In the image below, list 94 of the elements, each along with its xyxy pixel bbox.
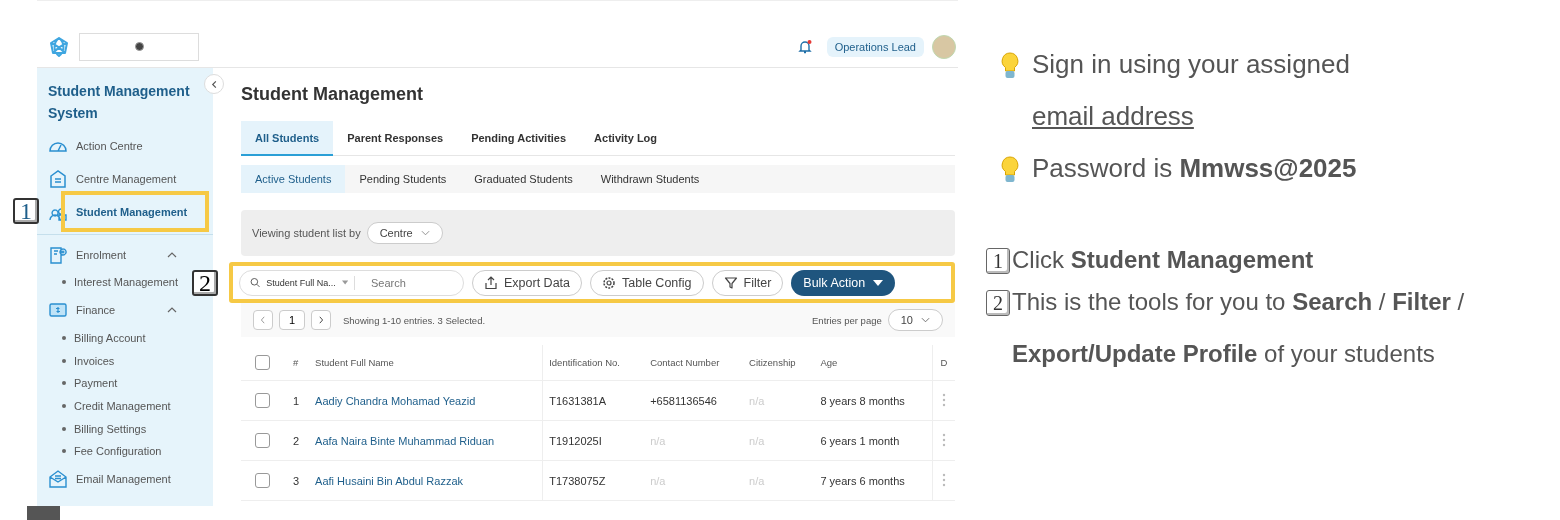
sidebar-subitem[interactable]: Billing Settings bbox=[48, 417, 147, 441]
tab[interactable]: Pending Activities bbox=[457, 121, 581, 156]
role-badge[interactable]: Operations Lead bbox=[826, 36, 924, 57]
table-cell: 1 bbox=[287, 380, 310, 421]
chevron-left-icon bbox=[259, 316, 267, 324]
lightbulb-icon bbox=[1000, 156, 1020, 184]
view-by-label: Viewing student list by bbox=[252, 227, 361, 239]
tab[interactable]: Activity Log bbox=[580, 121, 672, 156]
entries-per-page-label: Entries per page bbox=[812, 314, 882, 326]
row-checkbox[interactable] bbox=[255, 393, 270, 408]
export-button[interactable]: Export Data bbox=[472, 269, 582, 296]
search-icon bbox=[250, 276, 261, 289]
callout-badge: 1 bbox=[13, 198, 39, 224]
column-header: Citizenship bbox=[743, 345, 815, 381]
column-header: Student Full Name bbox=[309, 345, 543, 381]
filter-icon bbox=[723, 275, 738, 290]
sidebar-subitem[interactable]: Interest Management bbox=[48, 271, 178, 294]
mail-icon bbox=[48, 469, 68, 490]
email-address-link[interactable]: email address bbox=[1032, 101, 1194, 131]
sidebar-subitem[interactable]: Payment bbox=[48, 372, 118, 395]
page-number[interactable]: 1 bbox=[279, 310, 305, 330]
student-name-link[interactable]: Aadiy Chandra Mohamad Yeazid bbox=[315, 394, 476, 407]
building-icon bbox=[48, 168, 68, 189]
bell-icon[interactable] bbox=[796, 38, 813, 55]
column-header: D bbox=[932, 345, 955, 381]
sidebar-item[interactable]: Action Centre bbox=[48, 129, 213, 162]
corner-block bbox=[27, 506, 60, 520]
filter-button[interactable]: Filter bbox=[711, 269, 784, 296]
table-cell: T1912025I bbox=[542, 420, 645, 461]
row-checkbox[interactable] bbox=[255, 433, 270, 448]
table-cell: 2 bbox=[287, 420, 310, 461]
tip-text: Sign in using your assigned email address bbox=[1032, 48, 1351, 133]
tip-text: Password is Mmwss@2025 bbox=[1032, 152, 1357, 185]
subtab[interactable]: Withdrawn Students bbox=[586, 165, 714, 193]
entries-summary: Showing 1-10 entries. 3 Selected. bbox=[343, 314, 486, 326]
column-header: Identification No. bbox=[542, 345, 645, 381]
search-scope-dropdown[interactable]: Student Full Na... bbox=[266, 277, 336, 288]
page-title: Student Management bbox=[241, 84, 424, 105]
next-page-button[interactable] bbox=[311, 310, 331, 330]
avatar[interactable] bbox=[932, 34, 956, 59]
lightbulb-icon bbox=[1000, 52, 1020, 80]
collapse-button[interactable] bbox=[204, 74, 224, 94]
subtab[interactable]: Pending Students bbox=[345, 165, 461, 193]
step-number-badge: 1 bbox=[986, 248, 1010, 274]
more-icon[interactable] bbox=[942, 432, 946, 447]
chevron-right-icon bbox=[317, 316, 325, 324]
more-icon[interactable] bbox=[942, 392, 946, 407]
config-button[interactable]: Table Config bbox=[590, 269, 704, 296]
logo-icon bbox=[47, 34, 71, 59]
enrol-icon bbox=[48, 244, 68, 265]
table-cell: 6 years 1 month bbox=[814, 420, 933, 461]
previous-page-button[interactable] bbox=[253, 310, 273, 330]
subtab[interactable]: Graduated Students bbox=[460, 165, 587, 193]
sidebar-subitem[interactable]: Fee Configuration bbox=[48, 440, 162, 463]
gear-icon bbox=[602, 275, 616, 290]
student-name-link[interactable]: Aafa Naira Binte Muhammad Riduan bbox=[315, 434, 495, 447]
step-text: Click Student Management bbox=[1012, 245, 1314, 275]
caret-icon bbox=[873, 279, 884, 286]
upload-icon bbox=[484, 275, 498, 290]
tab[interactable]: All Students bbox=[241, 121, 334, 156]
table-cell: T1738075Z bbox=[542, 460, 645, 501]
dot-icon bbox=[134, 42, 144, 51]
chevron-down-icon bbox=[921, 317, 930, 323]
table-cell: 7 years 6 months bbox=[814, 460, 933, 501]
sidebar-item[interactable]: Email Management bbox=[48, 462, 213, 496]
table-cell: T1631381A bbox=[542, 380, 645, 421]
bulk-action-button[interactable]: Bulk Action bbox=[791, 269, 896, 296]
step-text: This is the tools for you to Search / Filter / Export/Update Profile of your students bbox=[1012, 287, 1466, 369]
per-page-dropdown[interactable]: 10 bbox=[887, 309, 943, 331]
sidebar-subitem[interactable]: Billing Account bbox=[48, 326, 146, 350]
subtab[interactable]: Active Students bbox=[241, 165, 346, 193]
more-icon[interactable] bbox=[942, 472, 946, 487]
sidebar-item[interactable]: Finance bbox=[48, 293, 213, 327]
sidebar-item[interactable]: Centre Management bbox=[48, 162, 213, 195]
table-cell: +6581136546 bbox=[644, 380, 744, 421]
caret-icon[interactable] bbox=[341, 280, 348, 285]
chevron-down-icon bbox=[420, 230, 430, 236]
column-header: Contact Number bbox=[644, 345, 744, 381]
sidebar-subitem[interactable]: Credit Management bbox=[48, 394, 171, 418]
centre-dropdown[interactable]: Centre bbox=[366, 222, 443, 244]
column-header: # bbox=[287, 345, 310, 381]
student-name-link[interactable]: Aafi Husaini Bin Abdul Razzak bbox=[315, 474, 464, 487]
callout-badge: 2 bbox=[192, 270, 218, 296]
chevron-left-icon bbox=[209, 79, 219, 89]
table-cell: 8 years 8 months bbox=[814, 380, 933, 421]
step-number-badge: 2 bbox=[986, 290, 1010, 316]
sidebar-title: Student Management System bbox=[48, 82, 191, 123]
tab[interactable]: Parent Responses bbox=[333, 121, 458, 156]
table-cell: 3 bbox=[287, 460, 310, 501]
select-all-checkbox[interactable] bbox=[255, 355, 270, 370]
row-checkbox[interactable] bbox=[255, 473, 270, 488]
sidebar-subitem[interactable]: Invoices bbox=[48, 349, 115, 373]
sidebar-item[interactable]: Enrolment bbox=[48, 238, 213, 271]
column-header: Age bbox=[814, 345, 933, 381]
